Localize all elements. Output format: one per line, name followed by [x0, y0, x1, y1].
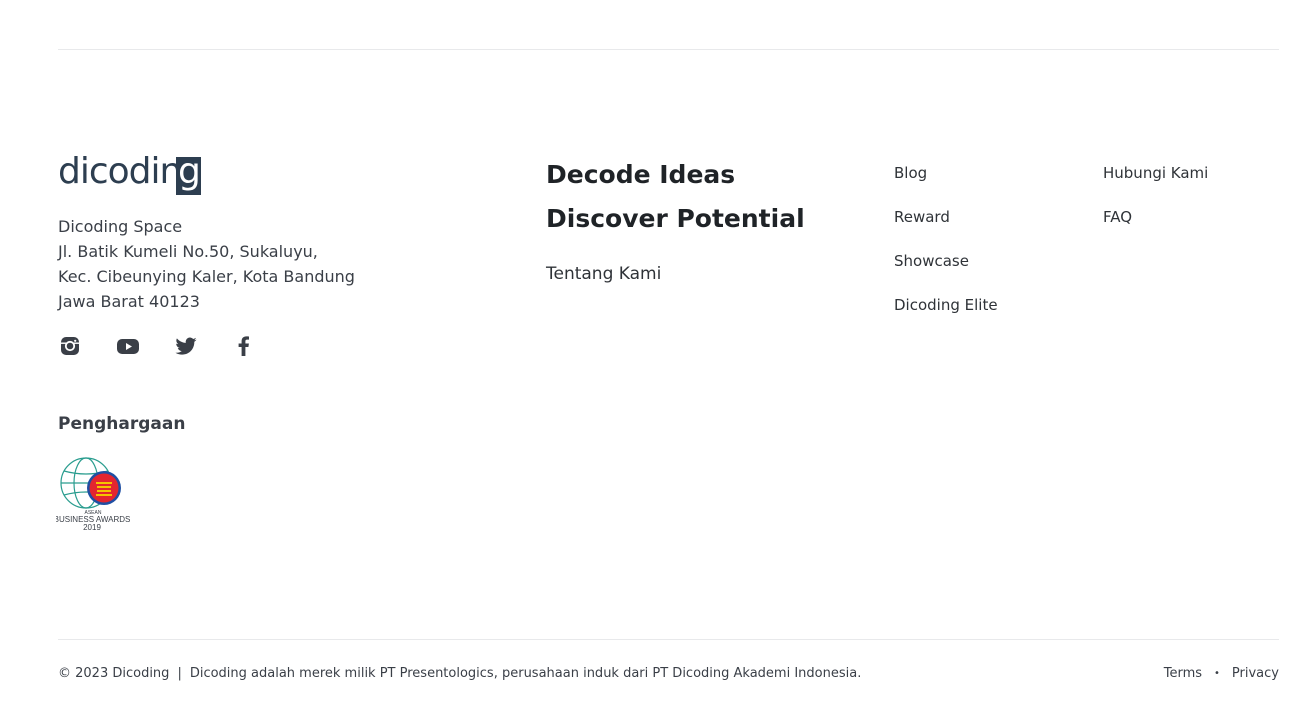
copyright-text: © 2023 Dicoding: [58, 666, 170, 681]
footer-links-column-2: Hubungi Kami FAQ: [1103, 161, 1208, 249]
logo-wordmark: dicodin: [58, 151, 182, 192]
award-badge-line3: 2019: [83, 523, 101, 532]
copyright-separator: |: [177, 666, 182, 681]
terms-link[interactable]: Terms: [1164, 666, 1202, 681]
legal-dot-separator: •: [1214, 668, 1220, 679]
footer-link-faq[interactable]: FAQ: [1103, 205, 1208, 249]
youtube-icon[interactable]: [116, 334, 142, 358]
tagline-line2: Discover Potential: [546, 204, 805, 233]
address-line: Jl. Batik Kumeli No.50, Sukaluyu,: [58, 242, 318, 261]
bottom-divider: [58, 639, 1279, 640]
footer-link-showcase[interactable]: Showcase: [894, 249, 998, 293]
privacy-link[interactable]: Privacy: [1232, 666, 1279, 681]
copyright-notice: © 2023 Dicoding | Dicoding adalah merek mi…: [58, 666, 861, 681]
top-divider: [58, 49, 1279, 50]
address-line: Dicoding Space: [58, 217, 183, 236]
tagline-line1: Decode Ideas: [546, 160, 736, 189]
trademark-note: Dicoding adalah merek milik PT Presentol…: [189, 666, 862, 681]
twitter-icon[interactable]: [174, 334, 200, 358]
office-address: Dicoding Space Jl. Batik Kumeli No.50, S…: [58, 214, 355, 314]
facebook-icon[interactable]: [232, 334, 258, 358]
logo-g-box: g: [176, 152, 201, 195]
awards-heading: Penghargaan: [58, 414, 186, 434]
dicoding-logo[interactable]: dicodin g: [58, 151, 201, 195]
address-line: Kec. Cibeunying Kaler, Kota Bandung: [58, 267, 355, 286]
footer-link-dicoding-elite[interactable]: Dicoding Elite: [894, 293, 998, 337]
about-link[interactable]: Tentang Kami: [546, 264, 661, 284]
address-line: Jawa Barat 40123: [58, 292, 200, 311]
asean-business-awards-logo: ASEAN BUSINESS AWARDS 2019: [54, 455, 130, 533]
footer-link-blog[interactable]: Blog: [894, 161, 998, 205]
footer-link-reward[interactable]: Reward: [894, 205, 998, 249]
footer-links-column-1: Blog Reward Showcase Dicoding Elite: [894, 161, 998, 337]
legal-links: Terms • Privacy: [1164, 666, 1279, 681]
instagram-icon[interactable]: [58, 334, 84, 358]
footer-link-contact[interactable]: Hubungi Kami: [1103, 161, 1208, 205]
